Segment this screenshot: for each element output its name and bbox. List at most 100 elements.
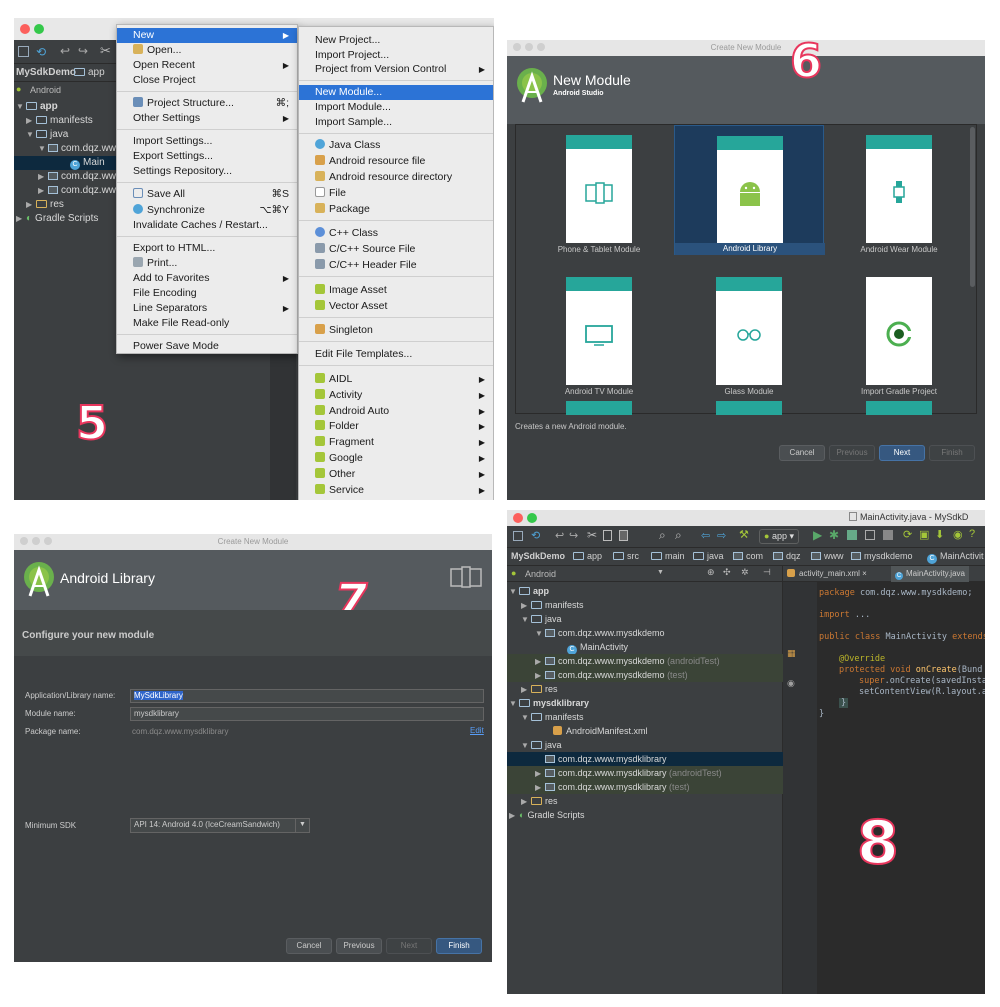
menu-item-fragment[interactable]: Fragment ▶	[299, 435, 493, 450]
close-window-button[interactable]	[513, 513, 523, 523]
project-view-selector[interactable]: ● Android ▼ ⊕ ✣ ✲ ⊣	[507, 566, 783, 582]
sync-icon[interactable]: ⟲	[531, 529, 540, 542]
breadcrumb-module[interactable]: app	[74, 67, 105, 78]
menu-item-android-auto[interactable]: Android Auto ▶	[299, 404, 493, 419]
menu-item-make-read-only[interactable]: Make File Read-only	[117, 316, 297, 331]
tree-node-lib-manifest-file[interactable]: AndroidManifest.xml	[553, 724, 648, 738]
card-partial[interactable]	[566, 401, 632, 415]
grid-scrollbar[interactable]	[970, 127, 975, 287]
save-icon[interactable]	[513, 531, 523, 541]
zoom-window-button[interactable]	[44, 537, 52, 545]
next-button[interactable]: Next	[879, 445, 925, 461]
hide-icon[interactable]: ⊣	[763, 567, 771, 578]
card-partial[interactable]	[716, 401, 782, 415]
tree-node-gradle[interactable]: ▶ ◐ Gradle Scripts	[16, 212, 98, 226]
menu-item-package[interactable]: Package	[299, 202, 493, 217]
menu-item-new[interactable]: New ▶	[117, 28, 297, 43]
finish-button[interactable]: Finish	[436, 938, 482, 954]
module-name-input[interactable]: mysdklibrary	[130, 707, 484, 721]
menu-item-other[interactable]: Other ▶	[299, 467, 493, 482]
tree-node-package[interactable]: ▼ com.dqz.ww	[38, 142, 116, 156]
tree-node-package-main[interactable]: ▼ com.dqz.www.mysdkdemo	[535, 626, 665, 640]
tree-node-package[interactable]: ▶ com.dqz.ww	[38, 170, 116, 184]
menu-item-add-to-favorites[interactable]: Add to Favorites ▶	[117, 271, 297, 286]
edit-package-link[interactable]: Edit	[470, 726, 484, 735]
minimize-window-button[interactable]	[525, 43, 533, 51]
redo-icon[interactable]: ↪	[78, 44, 88, 58]
menu-item-settings-repository[interactable]: Settings Repository...	[117, 164, 297, 179]
code-line-3[interactable]: public class MainActivity extends	[819, 632, 985, 642]
redo-icon[interactable]: ↪	[569, 529, 578, 542]
tree-node-lib-package-android-test[interactable]: ▶ com.dqz.www.mysdklibrary (androidTest)	[507, 766, 783, 780]
tree-node-lib-manifests[interactable]: ▼ manifests	[521, 710, 584, 724]
code-line-4[interactable]: @Override	[839, 654, 885, 664]
gear-icon[interactable]: ✲	[741, 567, 749, 578]
tree-node-java[interactable]: ▼ java	[26, 128, 68, 142]
android-device-monitor-icon[interactable]: ◉	[953, 528, 963, 541]
build-icon[interactable]: ⚒	[739, 528, 749, 541]
menu-item-new-module[interactable]: New Module...	[299, 85, 493, 100]
menu-item-synchronize[interactable]: Synchronize ⌥⌘Y	[117, 203, 297, 218]
menu-item-folder[interactable]: Folder ▶	[299, 419, 493, 434]
close-window-button[interactable]	[513, 43, 521, 51]
tree-node-mysdklibrary[interactable]: ▼ mysdklibrary	[509, 696, 589, 710]
code-line-6[interactable]: super.onCreate(savedInsta	[859, 676, 985, 686]
card-android-tv-module[interactable]: Android TV Module	[524, 267, 674, 397]
code-line-7[interactable]: setContentView(R.layout.a	[859, 687, 985, 697]
run-configuration-select[interactable]: ● app ▾	[759, 529, 800, 544]
menu-item-project-from-vcs[interactable]: Project from Version Control ▶	[299, 62, 493, 77]
next-button[interactable]: Next	[386, 938, 432, 954]
sync-gradle-icon[interactable]: ⟳	[903, 528, 912, 541]
tree-node-package-test[interactable]: ▶ com.dqz.www.mysdkdemo (test)	[507, 668, 783, 682]
menu-item-android-resource-directory[interactable]: Android resource directory	[299, 170, 493, 185]
tree-node-manifests[interactable]: ▶ manifests	[26, 114, 93, 128]
menu-item-other-settings[interactable]: Other Settings ▶	[117, 111, 297, 126]
menu-item-import-sample[interactable]: Import Sample...	[299, 115, 493, 130]
tab-main-activity-java[interactable]: C MainActivity.java	[891, 566, 969, 582]
menu-item-cpp-header-file[interactable]: C/C++ Header File	[299, 258, 493, 273]
menu-item-open-recent[interactable]: Open Recent ▶	[117, 58, 297, 73]
previous-button[interactable]: Previous	[829, 445, 875, 461]
menu-item-project-structure[interactable]: Project Structure... ⌘;	[117, 96, 297, 111]
replace-icon[interactable]: ⌕	[675, 528, 682, 543]
tab-activity-main-xml[interactable]: activity_main.xml ×	[787, 569, 867, 578]
menu-item-aidl[interactable]: AIDL ▶	[299, 372, 493, 387]
avd-manager-icon[interactable]: ▣	[919, 528, 929, 541]
breadcrumb-item[interactable]: MySdkDemo	[511, 551, 565, 561]
menu-item-new-project[interactable]: New Project...	[299, 33, 493, 48]
find-icon[interactable]: ⌕	[659, 528, 666, 543]
menu-item-import-project[interactable]: Import Project...	[299, 48, 493, 63]
menu-item-file[interactable]: File	[299, 186, 493, 201]
tree-node-res[interactable]: ▶ res	[26, 198, 64, 212]
menu-item-power-save-mode[interactable]: Power Save Mode	[117, 339, 297, 354]
cancel-button[interactable]: Cancel	[779, 445, 825, 461]
tree-node-lib-package-test[interactable]: ▶ com.dqz.www.mysdklibrary (test)	[507, 780, 783, 794]
zoom-window-button[interactable]	[34, 24, 44, 34]
back-icon[interactable]: ⇦	[701, 529, 710, 542]
breadcrumb-item[interactable]: com	[733, 551, 763, 561]
cancel-button[interactable]: Cancel	[286, 938, 332, 954]
menu-item-image-asset[interactable]: Image Asset	[299, 283, 493, 298]
breadcrumb-item[interactable]: main	[651, 551, 685, 561]
profile-icon[interactable]	[865, 530, 875, 540]
card-android-wear-module[interactable]: Android Wear Module	[824, 125, 974, 255]
card-glass-module[interactable]: Glass Module	[674, 267, 824, 397]
code-line-8[interactable]: }	[839, 698, 849, 708]
breadcrumb-item[interactable]: mysdkdemo	[851, 551, 913, 561]
tree-node-lib-res[interactable]: ▶ res	[521, 794, 558, 808]
collapse-icon[interactable]: ✣	[723, 567, 731, 578]
card-phone-tablet-module[interactable]: Phone & Tablet Module	[524, 125, 674, 255]
breadcrumb-item[interactable]: app	[573, 551, 602, 561]
cut-icon[interactable]: ✂	[587, 528, 597, 542]
menu-item-edit-file-templates[interactable]: Edit File Templates...	[299, 347, 493, 362]
code-line-2[interactable]: import ...	[819, 610, 870, 620]
tree-node-java[interactable]: ▼ java	[521, 612, 562, 626]
menu-item-import-module[interactable]: Import Module...	[299, 100, 493, 115]
run-icon[interactable]: ▶	[813, 528, 822, 542]
app-name-input[interactable]: MySdkLibrary	[130, 689, 484, 703]
card-partial[interactable]	[866, 401, 932, 415]
card-import-gradle-project[interactable]: Import Gradle Project	[824, 267, 974, 397]
menu-item-invalidate-caches[interactable]: Invalidate Caches / Restart...	[117, 218, 297, 233]
attach-debugger-icon[interactable]	[847, 530, 857, 540]
paste-icon[interactable]	[619, 530, 628, 541]
